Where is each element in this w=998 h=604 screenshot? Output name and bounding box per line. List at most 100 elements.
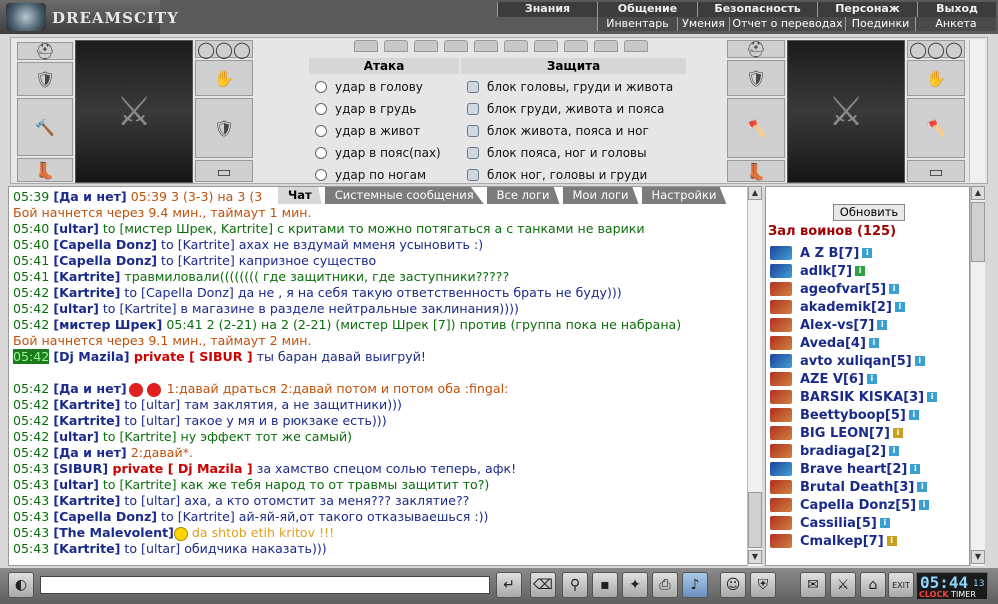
player-name[interactable]: Cmalkep[7] <box>800 534 884 549</box>
chat-author[interactable]: [ultar] <box>53 221 99 236</box>
chat-author[interactable]: [Kartrite] <box>53 397 120 412</box>
radio-icon[interactable] <box>467 125 479 137</box>
player-list-scrollbar[interactable]: ▲ ▼ <box>970 186 985 566</box>
defense-option-5[interactable]: блок ног, головы и груди <box>461 164 686 186</box>
gloves-slot-icon[interactable]: ✋ <box>195 60 253 96</box>
chat-author[interactable]: [Capella Donz] <box>53 237 157 252</box>
attack-option-head[interactable]: удар в голову <box>309 76 459 98</box>
radio-icon[interactable] <box>467 169 479 181</box>
submenu-inventory[interactable]: Инвентарь <box>597 17 677 31</box>
player-name[interactable]: adlk[7] <box>800 264 852 279</box>
chat-author[interactable]: [Да и нет] <box>53 445 126 460</box>
tab-my-logs[interactable]: Мои логи <box>562 187 639 204</box>
player-info-icon[interactable]: i <box>914 356 925 366</box>
belt-slot-icon[interactable]: ▭ <box>195 160 253 182</box>
player-info-icon[interactable]: i <box>917 482 928 492</box>
player-info-icon[interactable]: i <box>892 428 903 438</box>
radio-icon[interactable] <box>315 147 327 159</box>
menu-communication[interactable]: Общение <box>597 2 697 17</box>
scroll-down-icon[interactable]: ▼ <box>971 550 985 564</box>
chat-author[interactable]: [ultar] <box>53 429 99 444</box>
chat-author[interactable]: [мистер Шрек] <box>53 317 162 332</box>
smile-icon[interactable]: ☺ <box>720 572 746 598</box>
opponent-armor-slot-icon[interactable]: 🛡 <box>727 60 785 96</box>
player-name[interactable]: ageofvar[5] <box>800 282 886 297</box>
chat-author[interactable]: [Kartrite] <box>53 541 120 556</box>
player-info-icon[interactable]: i <box>866 374 877 384</box>
speaker-icon[interactable]: ◐ <box>8 572 34 598</box>
scroll-slot-icon[interactable] <box>504 40 528 52</box>
opponent-avatar[interactable]: ⚔ <box>787 40 905 183</box>
player-row[interactable]: Brutal Death[3] i <box>770 478 965 496</box>
player-row[interactable]: Capella Donz[5] i <box>770 496 965 514</box>
chat-author[interactable]: [Capella Donz] <box>53 509 157 524</box>
weapon-slot-icon[interactable]: 🔨 <box>17 98 73 156</box>
player-avatar[interactable]: ⚔ <box>75 40 193 183</box>
radio-icon[interactable] <box>315 81 327 93</box>
scroll-slot-icon[interactable] <box>594 40 618 52</box>
opponent-axe-slot-icon[interactable]: 🪓 <box>727 98 785 158</box>
scroll-slot-icon[interactable] <box>534 40 558 52</box>
player-info-icon[interactable]: i <box>927 392 938 402</box>
radio-icon[interactable] <box>467 147 479 159</box>
player-row[interactable]: AZE V[6] i <box>770 370 965 388</box>
helmet-icon[interactable]: ⛨ <box>750 572 776 598</box>
player-info-icon[interactable]: i <box>886 536 897 546</box>
chat-author[interactable]: [Kartrite] <box>53 269 120 284</box>
chat-author[interactable]: [Capella Donz] <box>53 253 157 268</box>
player-row[interactable]: A Z B[7] i <box>770 244 965 262</box>
submenu-duels[interactable]: Поединки <box>845 17 915 31</box>
opponent-gloves-slot-icon[interactable]: ✋ <box>907 60 965 96</box>
opponent-belt-slot-icon[interactable]: ▭ <box>907 160 965 182</box>
attack-option-chest[interactable]: удар в грудь <box>309 98 459 120</box>
boots-slot-icon[interactable]: 👢 <box>17 158 73 182</box>
defense-option-1[interactable]: блок головы, груди и живота <box>461 76 686 98</box>
shield-slot-icon[interactable]: 🛡 <box>195 98 253 158</box>
tab-chat[interactable]: Чат <box>278 187 322 204</box>
scroll-thumb[interactable] <box>748 492 762 548</box>
player-name[interactable]: Aveda[4] <box>800 336 866 351</box>
player-row[interactable]: Aveda[4] i <box>770 334 965 352</box>
player-info-icon[interactable]: i <box>879 518 890 528</box>
action-icon[interactable]: ✦ <box>622 572 648 598</box>
chat-author[interactable]: [Да и нет] <box>53 381 126 396</box>
player-row[interactable]: Brave heart[2] i <box>770 460 965 478</box>
armor-slot-icon[interactable]: 🛡 <box>17 62 73 96</box>
scroll-up-icon[interactable]: ▲ <box>748 186 762 200</box>
player-info-icon[interactable]: i <box>862 248 873 258</box>
tab-system-messages[interactable]: Системные сообщения <box>324 187 484 204</box>
scroll-slot-icon[interactable] <box>354 40 378 52</box>
save-icon[interactable]: ▪ <box>592 572 618 598</box>
submenu-profile[interactable]: Анкета <box>915 17 996 31</box>
scroll-slot-icon[interactable] <box>444 40 468 52</box>
opponent-boots-slot-icon[interactable]: 👢 <box>727 160 785 182</box>
player-name[interactable]: bradiaga[2] <box>800 444 886 459</box>
tab-all-logs[interactable]: Все логи <box>486 187 560 204</box>
submenu-skills[interactable]: Умения <box>677 17 729 31</box>
bag-icon[interactable]: ✉ <box>800 572 826 598</box>
exit-button[interactable]: EXIT <box>888 572 914 598</box>
send-icon[interactable]: ↵ <box>496 572 522 598</box>
attack-option-waist[interactable]: удар в пояс(пах) <box>309 142 459 164</box>
castle-icon[interactable]: ⌂ <box>860 572 886 598</box>
menu-knowledge[interactable]: Знания <box>497 2 597 17</box>
menu-exit[interactable]: Выход <box>917 2 996 17</box>
player-name[interactable]: BARSIK KISKA[3] <box>800 390 924 405</box>
opponent-rings-slot-icon[interactable]: ◯◯◯ <box>907 40 965 59</box>
player-info-icon[interactable]: i <box>855 266 866 276</box>
clear-icon[interactable]: ⌫ <box>530 572 556 598</box>
opponent-helmet-slot-icon[interactable]: ⛑ <box>727 40 785 59</box>
player-name[interactable]: AZE V[6] <box>800 372 864 387</box>
chat-author[interactable]: [Kartrite] <box>53 493 120 508</box>
player-row[interactable]: akademik[2] i <box>770 298 965 316</box>
chat-author[interactable]: [Kartrite] <box>53 413 120 428</box>
scroll-slot-icon[interactable] <box>474 40 498 52</box>
chat-author[interactable]: [SIBUR] <box>53 461 108 476</box>
player-row[interactable]: adlk[7] i <box>770 262 965 280</box>
scroll-slot-icon[interactable] <box>384 40 408 52</box>
player-row[interactable]: ageofvar[5] i <box>770 280 965 298</box>
radio-icon[interactable] <box>315 169 327 181</box>
refresh-button[interactable]: Обновить <box>833 204 905 221</box>
player-row[interactable]: BIG LEON[7] i <box>770 424 965 442</box>
scroll-down-icon[interactable]: ▼ <box>748 550 762 564</box>
